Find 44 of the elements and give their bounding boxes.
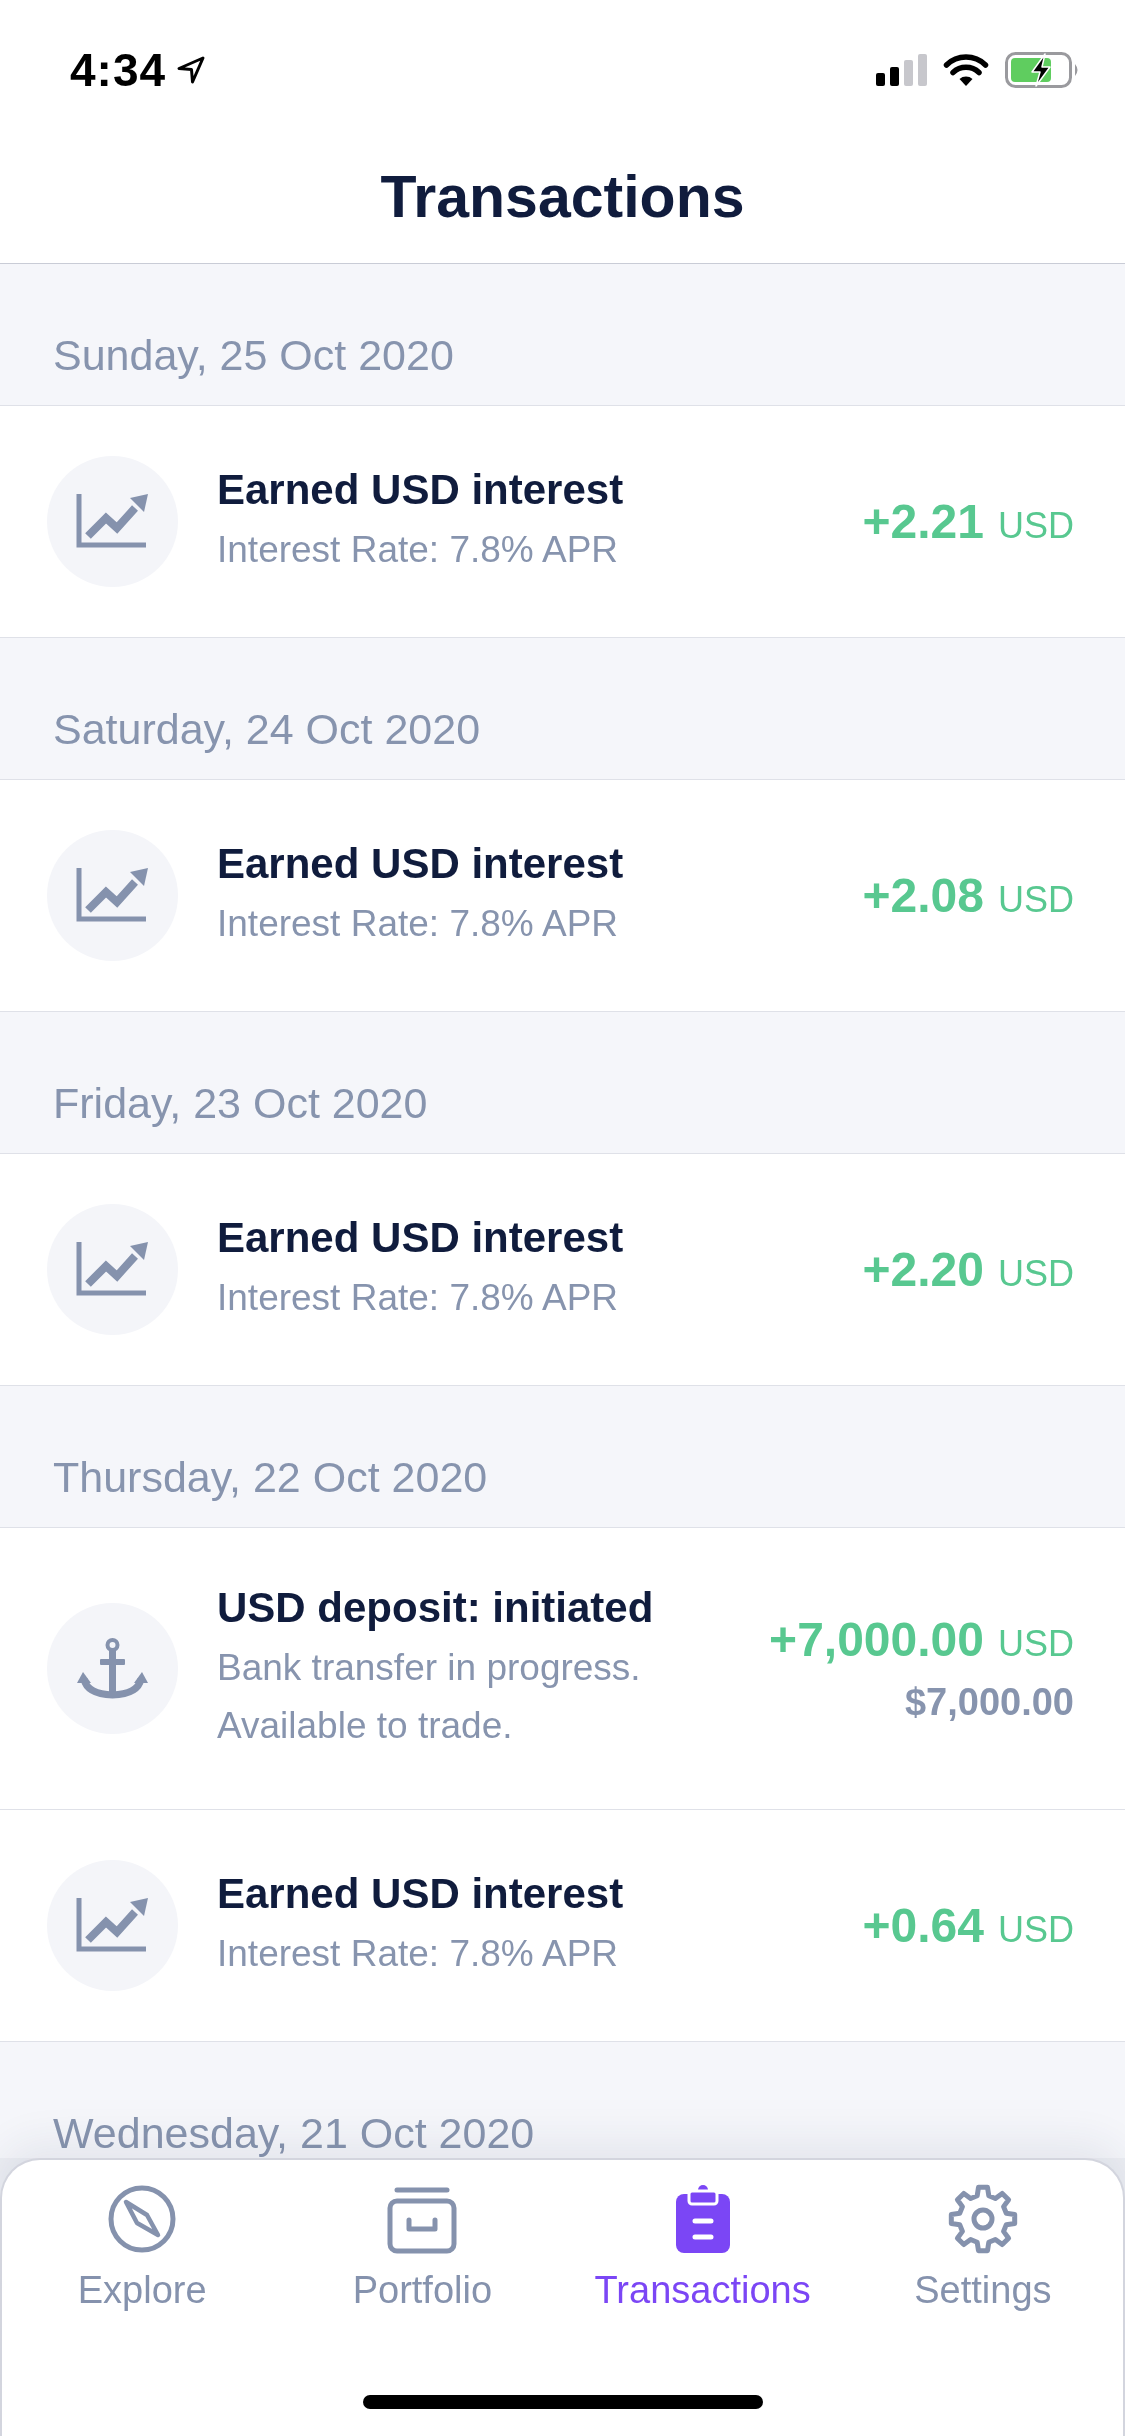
fiat-value: $7,000.00 xyxy=(904,1679,1074,1725)
transaction-title: Earned USD interest xyxy=(217,465,624,515)
transaction-row[interactable]: USD deposit: initiated Bank transfer in progress. Available to trade. +7,000.00 USD $7,000.00 xyxy=(0,1528,1125,1810)
transaction-amount: +2.20 xyxy=(862,1241,984,1298)
compass-icon xyxy=(107,2184,178,2254)
transaction-amount: +2.08 xyxy=(862,867,984,924)
rising-chart-icon xyxy=(47,456,178,587)
transaction-subtitle: Interest Rate: 7.8% APR xyxy=(217,1276,619,1320)
section-date: Wednesday, 21 Oct 2020 xyxy=(53,2108,535,2158)
currency-code: USD xyxy=(998,503,1074,548)
location-arrow-icon xyxy=(176,55,207,85)
transaction-title: Earned USD interest xyxy=(217,1213,624,1263)
transaction-row[interactable]: Earned USD interest Interest Rate: 7.8% APR +0.64 USD xyxy=(0,1810,1125,2042)
section-date: Thursday, 22 Oct 2020 xyxy=(53,1452,488,1503)
settings-icon xyxy=(947,2184,1018,2254)
rising-chart-icon xyxy=(47,1860,178,1991)
page-title: Transactions xyxy=(380,163,745,232)
section-date: Friday, 23 Oct 2020 xyxy=(53,1078,428,1129)
transaction-subtitle: Bank transfer in progress. Available to trade. xyxy=(217,1646,642,1748)
transaction-amount: +0.64 xyxy=(862,1897,984,1954)
transaction-title: Earned USD interest xyxy=(217,839,624,889)
anchor-icon xyxy=(47,1603,178,1734)
signal-icon xyxy=(876,54,927,86)
currency-code: USD xyxy=(998,1621,1074,1666)
currency-code: USD xyxy=(998,1251,1074,1296)
transaction-subtitle: Interest Rate: 7.8% APR xyxy=(217,1932,619,1976)
wifi-icon xyxy=(943,53,989,87)
transaction-amount: +7,000.00 xyxy=(769,1611,984,1668)
transaction-row[interactable]: Earned USD interest Interest Rate: 7.8% APR +2.08 USD xyxy=(0,780,1125,1012)
currency-code: USD xyxy=(998,877,1074,922)
clock-time: 4:34 xyxy=(70,47,167,93)
transaction-row[interactable]: Earned USD interest Interest Rate: 7.8% APR +2.20 USD xyxy=(0,1154,1125,1386)
rising-chart-icon xyxy=(47,1204,178,1335)
transaction-subtitle: Interest Rate: 7.8% APR xyxy=(217,902,619,946)
transaction-title: Earned USD interest xyxy=(217,1869,624,1919)
transaction-row[interactable]: Earned USD interest Interest Rate: 7.8% APR +2.21 USD xyxy=(0,406,1125,638)
tab[interactable]: Transactions xyxy=(594,2184,811,2313)
transaction-title: USD deposit: initiated xyxy=(217,1583,654,1633)
rising-chart-icon xyxy=(47,830,178,961)
section-date: Sunday, 25 Oct 2020 xyxy=(53,330,454,381)
transaction-subtitle: Interest Rate: 7.8% APR xyxy=(217,528,619,572)
section-date: Saturday, 24 Oct 2020 xyxy=(53,704,481,755)
transaction-amount: +2.21 xyxy=(862,493,984,550)
currency-code: USD xyxy=(998,1907,1074,1952)
